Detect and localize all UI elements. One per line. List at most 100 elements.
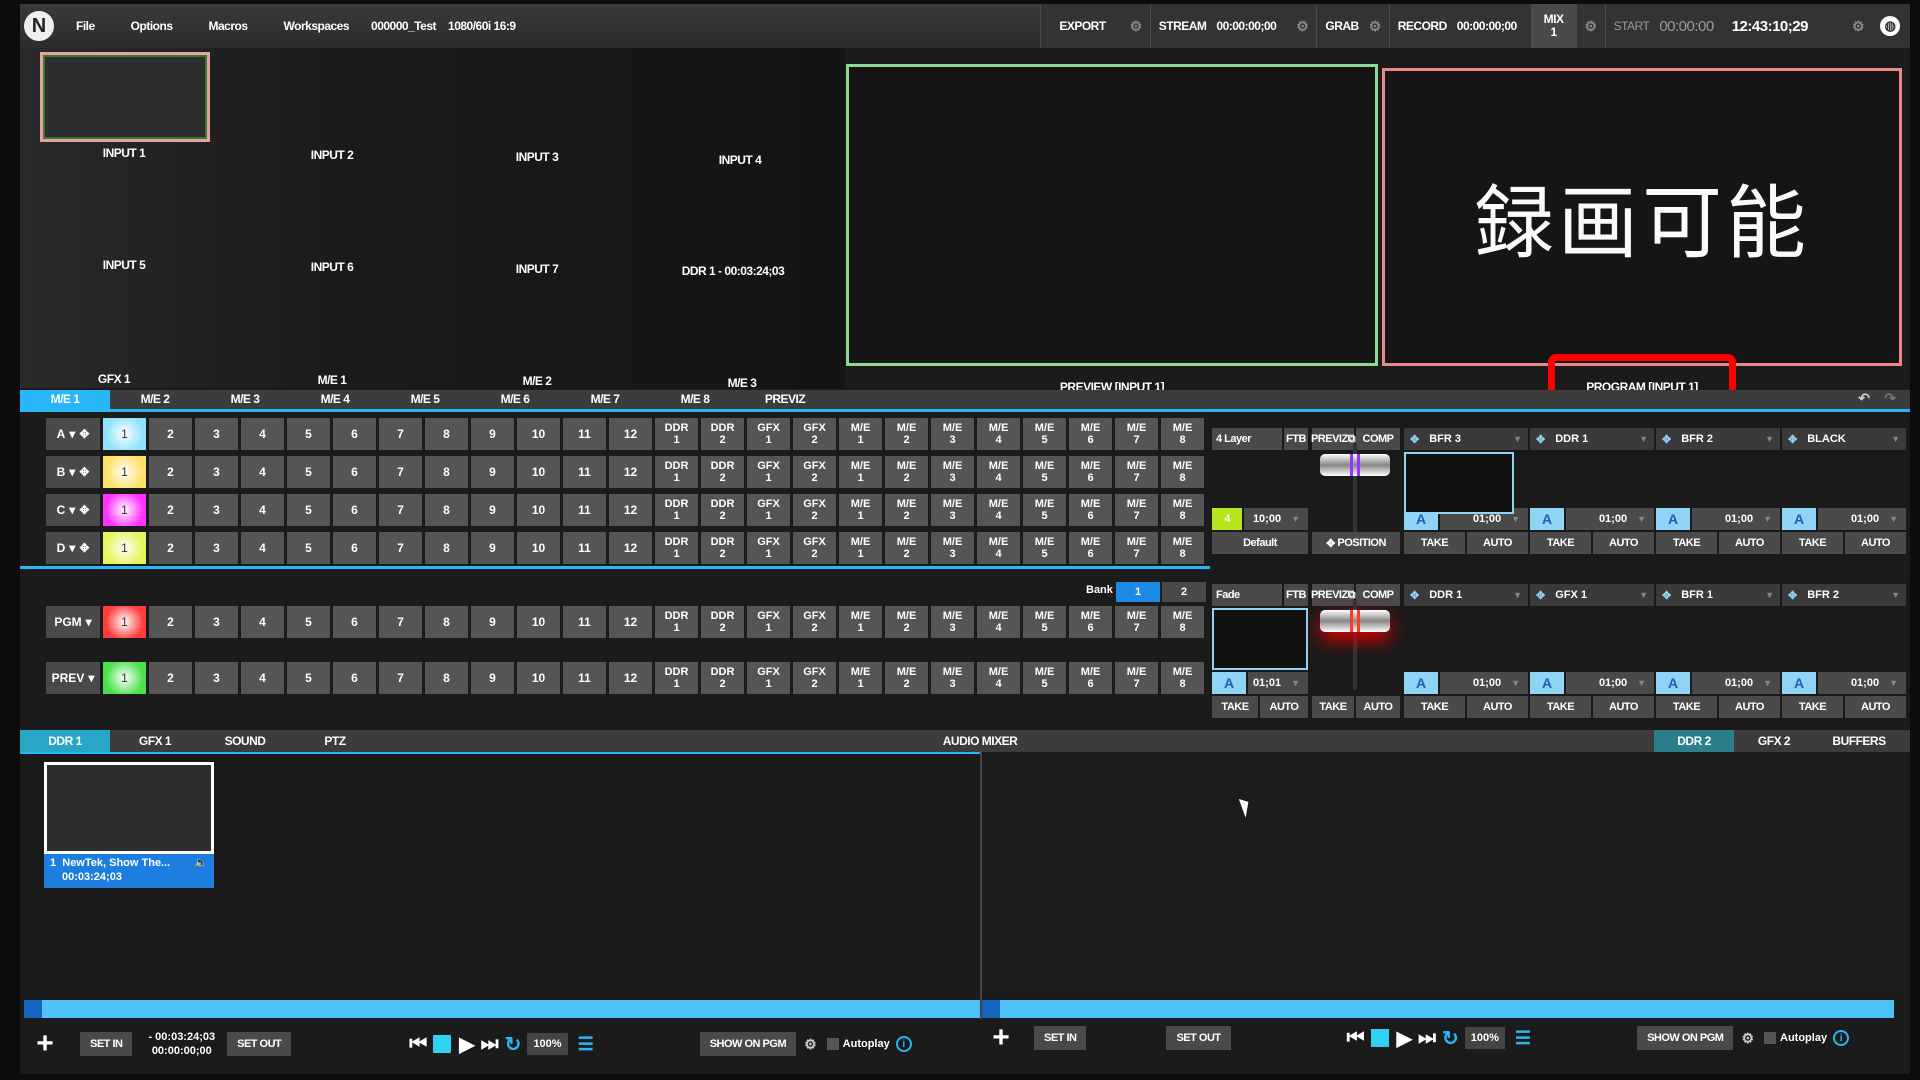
me-c-source-button[interactable]: DDR 1 — [655, 494, 698, 526]
program-monitor[interactable]: 録画可能 — [1382, 68, 1902, 366]
ddr2-set-in-button[interactable]: SET IN — [1034, 1026, 1087, 1050]
me-c-source-button[interactable]: GFX 1 — [747, 494, 790, 526]
me-b-source-button[interactable]: DDR 1 — [655, 456, 698, 488]
prev-source-button[interactable]: 6 — [333, 662, 376, 694]
ddr2-stop-icon[interactable] — [1370, 1029, 1389, 1047]
prev-source-button[interactable]: M/E 6 — [1069, 662, 1112, 694]
me-b-source-button[interactable]: M/E 8 — [1161, 456, 1204, 488]
tab-me-3[interactable]: M/E 3 — [200, 390, 290, 409]
pgm-source-button[interactable]: 1 — [103, 606, 146, 638]
position-move-icon[interactable]: ✥ — [79, 503, 89, 517]
ab-transition-icon[interactable]: A — [1530, 508, 1564, 530]
me-d-source-button[interactable]: M/E 4 — [977, 532, 1020, 564]
me-b-source-button[interactable]: GFX 1 — [747, 456, 790, 488]
ddr2-scrub-bar[interactable] — [982, 1000, 1894, 1018]
stream-gear-icon[interactable]: ⚙ — [1296, 18, 1309, 35]
me-tbar-handle[interactable] — [1320, 454, 1390, 476]
me-c-source-button[interactable]: 3 — [195, 494, 238, 526]
take-button[interactable]: TAKE — [1404, 532, 1465, 554]
me-c-source-button[interactable]: M/E 1 — [839, 494, 882, 526]
me-transition-duration[interactable]: 10;00 ▼ — [1244, 508, 1308, 530]
ddr1-scrub-bar[interactable] — [24, 1000, 980, 1018]
me-b-source-button[interactable]: 4 — [241, 456, 284, 488]
me-d-source-button[interactable]: M/E 7 — [1115, 532, 1158, 564]
grab-button[interactable]: GRAB — [1325, 19, 1359, 33]
main-transition-mode[interactable]: Fade — [1212, 584, 1282, 606]
me-c-source-button[interactable]: M/E 7 — [1115, 494, 1158, 526]
me-c-source-button[interactable]: 1 — [103, 494, 146, 526]
preview-monitor[interactable] — [846, 64, 1378, 366]
clock-gear-icon[interactable]: ⚙ — [1852, 18, 1865, 35]
main-ftb-button[interactable]: FTB — [1284, 584, 1308, 606]
me-c-source-button[interactable]: GFX 2 — [793, 494, 836, 526]
source-selector[interactable]: ✥ DDR 1 ▼ — [1404, 584, 1528, 606]
pgm-source-button[interactable]: M/E 6 — [1069, 606, 1112, 638]
me-c-source-button[interactable]: 4 — [241, 494, 284, 526]
ddr1-set-in-button[interactable]: SET IN — [80, 1032, 133, 1056]
me-a-source-button[interactable]: 10 — [517, 418, 560, 450]
me-d-source-button[interactable]: M/E 1 — [839, 532, 882, 564]
pgm-source-button[interactable]: 11 — [563, 606, 606, 638]
menu-macros[interactable]: Macros — [209, 19, 249, 33]
me-c-source-button[interactable]: 12 — [609, 494, 652, 526]
take-button[interactable]: TAKE — [1656, 532, 1717, 554]
pgm-source-button[interactable]: M/E 8 — [1161, 606, 1204, 638]
prev-source-button[interactable]: 7 — [379, 662, 422, 694]
auto-button[interactable]: AUTO — [1467, 532, 1528, 554]
me-d-source-button[interactable]: 12 — [609, 532, 652, 564]
main-tbar-handle[interactable] — [1320, 610, 1390, 632]
prev-source-button[interactable]: 4 — [241, 662, 284, 694]
me-c-source-button[interactable]: 8 — [425, 494, 468, 526]
pgm-source-button[interactable]: 3 — [195, 606, 238, 638]
prev-source-button[interactable]: GFX 2 — [793, 662, 836, 694]
tab-previz[interactable]: PREVIZ — [740, 390, 830, 409]
me-a-source-button[interactable]: 12 — [609, 418, 652, 450]
me-d-source-button[interactable]: 1 — [103, 532, 146, 564]
ddr2-show-on-pgm-button[interactable]: SHOW ON PGM — [1637, 1026, 1734, 1050]
ddr1-loop-icon[interactable]: ↻ — [505, 1032, 522, 1057]
menu-options[interactable]: Options — [131, 19, 173, 33]
ddr1-autoplay-checkbox[interactable] — [826, 1038, 839, 1050]
main-ab-icon[interactable]: A — [1212, 672, 1246, 694]
prev-source-button[interactable]: 5 — [287, 662, 330, 694]
me-a-source-button[interactable]: 2 — [149, 418, 192, 450]
ddr2-speed[interactable]: 100% — [1464, 1027, 1505, 1049]
me-c-source-button[interactable]: 6 — [333, 494, 376, 526]
me-d-source-button[interactable]: M/E 5 — [1023, 532, 1066, 564]
prev-source-button[interactable]: M/E 4 — [977, 662, 1020, 694]
auto-button[interactable]: AUTO — [1467, 696, 1528, 718]
position-move-icon[interactable]: ✥ — [79, 541, 89, 555]
me-preset-button[interactable]: Default — [1212, 532, 1308, 554]
me-b-source-button[interactable]: GFX 2 — [793, 456, 836, 488]
ddr1-info-icon[interactable]: i — [895, 1036, 912, 1052]
ddr1-show-on-pgm-button[interactable]: SHOW ON PGM — [699, 1032, 797, 1056]
me-d-source-button[interactable]: M/E 2 — [885, 532, 928, 564]
app-logo[interactable]: N — [24, 11, 54, 41]
auto-button[interactable]: AUTO — [1593, 696, 1654, 718]
input-1-thumbnail[interactable] — [40, 52, 210, 142]
me-c-source-button[interactable]: M/E 5 — [1023, 494, 1066, 526]
pgm-source-button[interactable]: M/E 4 — [977, 606, 1020, 638]
me-a-row-label[interactable]: A ▾ ✥ — [46, 418, 100, 450]
me-ftb-button[interactable]: FTB — [1284, 428, 1308, 450]
tab-ddr-1[interactable]: DDR 1 — [20, 730, 110, 752]
auto-button[interactable]: AUTO — [1719, 696, 1780, 718]
source-selector[interactable]: ✥ BFR 3 ▼ — [1404, 428, 1528, 450]
me-b-source-button[interactable]: M/E 7 — [1115, 456, 1158, 488]
me-c-source-button[interactable]: M/E 6 — [1069, 494, 1112, 526]
me-a-source-button[interactable]: 9 — [471, 418, 514, 450]
me-b-source-button[interactable]: M/E 1 — [839, 456, 882, 488]
prev-source-button[interactable]: GFX 1 — [747, 662, 790, 694]
me-b-source-button[interactable]: M/E 4 — [977, 456, 1020, 488]
prev-source-button[interactable]: 3 — [195, 662, 238, 694]
ddr1-next-icon[interactable]: ⏭ — [481, 1033, 499, 1056]
main-auto-button[interactable]: AUTO — [1260, 696, 1308, 718]
ddr1-speed[interactable]: 100% — [527, 1033, 568, 1055]
pgm-source-button[interactable]: M/E 1 — [839, 606, 882, 638]
take-button[interactable]: TAKE — [1782, 696, 1843, 718]
me-a-source-button[interactable]: 7 — [379, 418, 422, 450]
pgm-source-button[interactable]: M/E 2 — [885, 606, 928, 638]
grab-gear-icon[interactable]: ⚙ — [1369, 18, 1382, 35]
me-b-source-button[interactable]: 1 — [103, 456, 146, 488]
tab-me-5[interactable]: M/E 5 — [380, 390, 470, 409]
